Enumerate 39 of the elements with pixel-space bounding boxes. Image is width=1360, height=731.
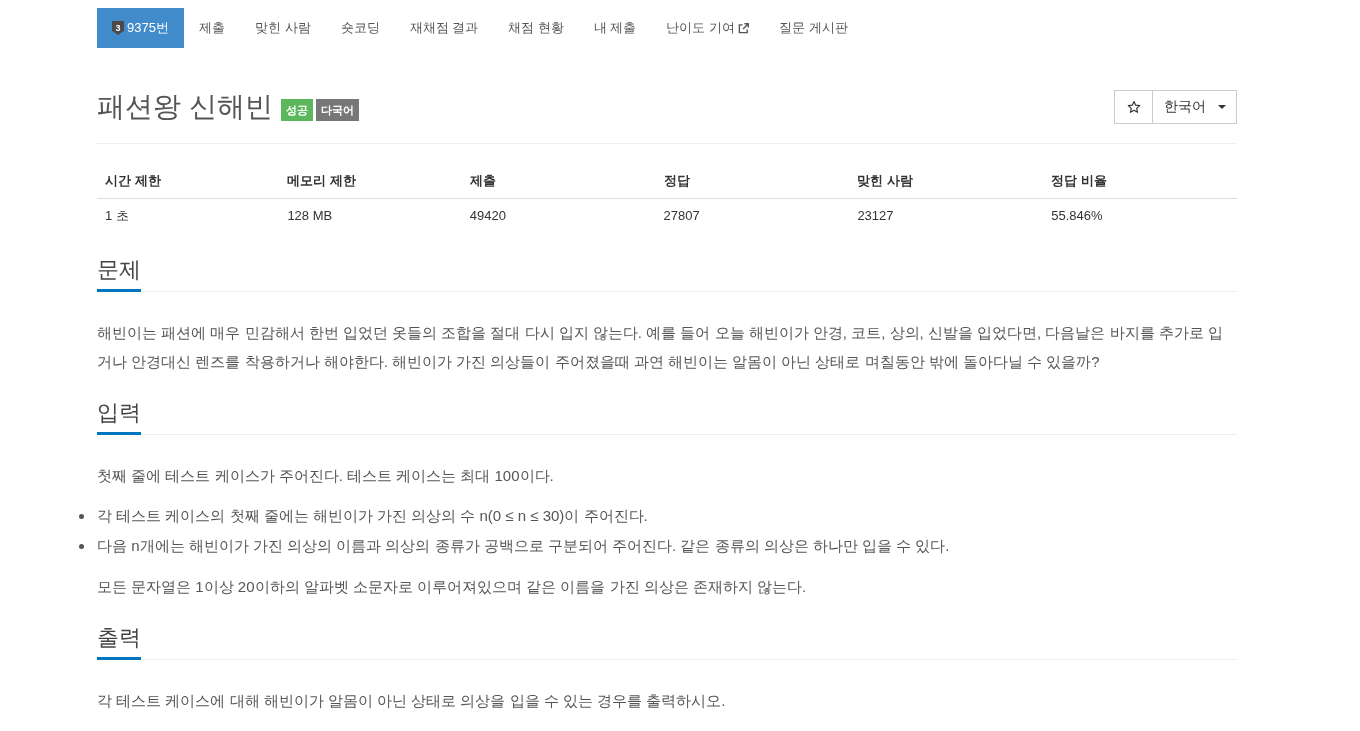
nav-tab[interactable]: 제출 [183, 8, 240, 48]
column-header: 정답 비율 [1043, 164, 1237, 199]
column-header: 제출 [461, 164, 656, 199]
nav-tab[interactable]: 재채점 결과 [394, 8, 494, 48]
nav-tab[interactable]: 난이도 기여 [651, 8, 765, 48]
bullet-icon [79, 513, 84, 519]
nav-tab[interactable]: 맞힌 사람 [239, 8, 326, 48]
problem-text: 각 테스트 케이스에 대해 해빈이가 알몸이 아닌 상태로 의상을 입을 수 있는 경우를 출력하시오. [97, 691, 727, 711]
table-cell: 128 MB [279, 198, 462, 233]
problem-tag: 다국어 [315, 99, 359, 121]
problem-text: 모든 문자열은 1이상 20이하의 알파벳 소문자로 이루어져있으며 같은 이름을 가진 의상은 존재하지 않는다. [97, 577, 808, 597]
table-cell: 1 초 [97, 198, 280, 233]
list-item-text: 각 테스트 케이스의 첫째 줄에는 해빈이가 가진 의상의 수 n(0 ≤ n ≤ 30)이 주어진다. [97, 506, 648, 526]
table-cell: 49420 [461, 198, 656, 233]
section-heading: 출력 [97, 626, 141, 660]
column-header: 맞힌 사람 [849, 164, 1044, 199]
column-header: 시간 제한 [97, 164, 280, 199]
problem-text: 해빈이는 패션에 매우 민감해서 한번 입었던 옷들의 조합을 절대 다시 입지 않는다. 예를 들어 오늘 해빈이가 안경, 코트, 상의, 신발을 입었다면, 다음날은 바지를 추가로 입거나 안경대신 렌즈를 착용하거나 해야한다. 해빈이가 가진 의상들이 주어졌을때 과연 해빈이는 알몸이 아닌 상태로 며칠동안 밖에 돌아다닐 수 있을까? [97, 323, 1224, 372]
star-button[interactable] [1114, 90, 1153, 124]
section-heading: 문제 [97, 258, 141, 292]
nav-tab[interactable]: 질문 게시판 [764, 8, 863, 48]
problem-text: 첫째 줄에 테스트 케이스가 주어진다. 테스트 케이스는 최대 100이다. [97, 466, 555, 486]
table-cell: 55.846% [1043, 198, 1237, 233]
column-header: 정답 [655, 164, 850, 199]
nav-tab[interactable]: 채점 현황 [493, 8, 579, 48]
problem-title: 패션왕 신해빈 [97, 90, 273, 124]
language-dropdown[interactable]: 한국어 [1153, 90, 1237, 124]
tier-badge: 3 [112, 21, 124, 35]
table-cell: 23127 [849, 198, 1044, 233]
list-item-text: 다음 n개에는 해빈이가 가진 의상의 이름과 의상의 종류가 공백으로 구분되어 주어진다. 같은 종류의 의상은 하나만 입을 수 있다. [97, 536, 950, 556]
bullet-icon [79, 543, 84, 549]
nav-tab[interactable]: 숏코딩 [325, 8, 395, 48]
nav-tab[interactable]: 3 9375번 [97, 8, 184, 48]
section-heading: 입력 [97, 401, 141, 435]
table-cell: 27807 [655, 198, 850, 233]
nav-tab[interactable]: 내 제출 [578, 8, 652, 48]
problem-tag: 성공 [280, 99, 313, 121]
caret-icon [1218, 105, 1226, 109]
column-header: 메모리 제한 [279, 164, 462, 199]
